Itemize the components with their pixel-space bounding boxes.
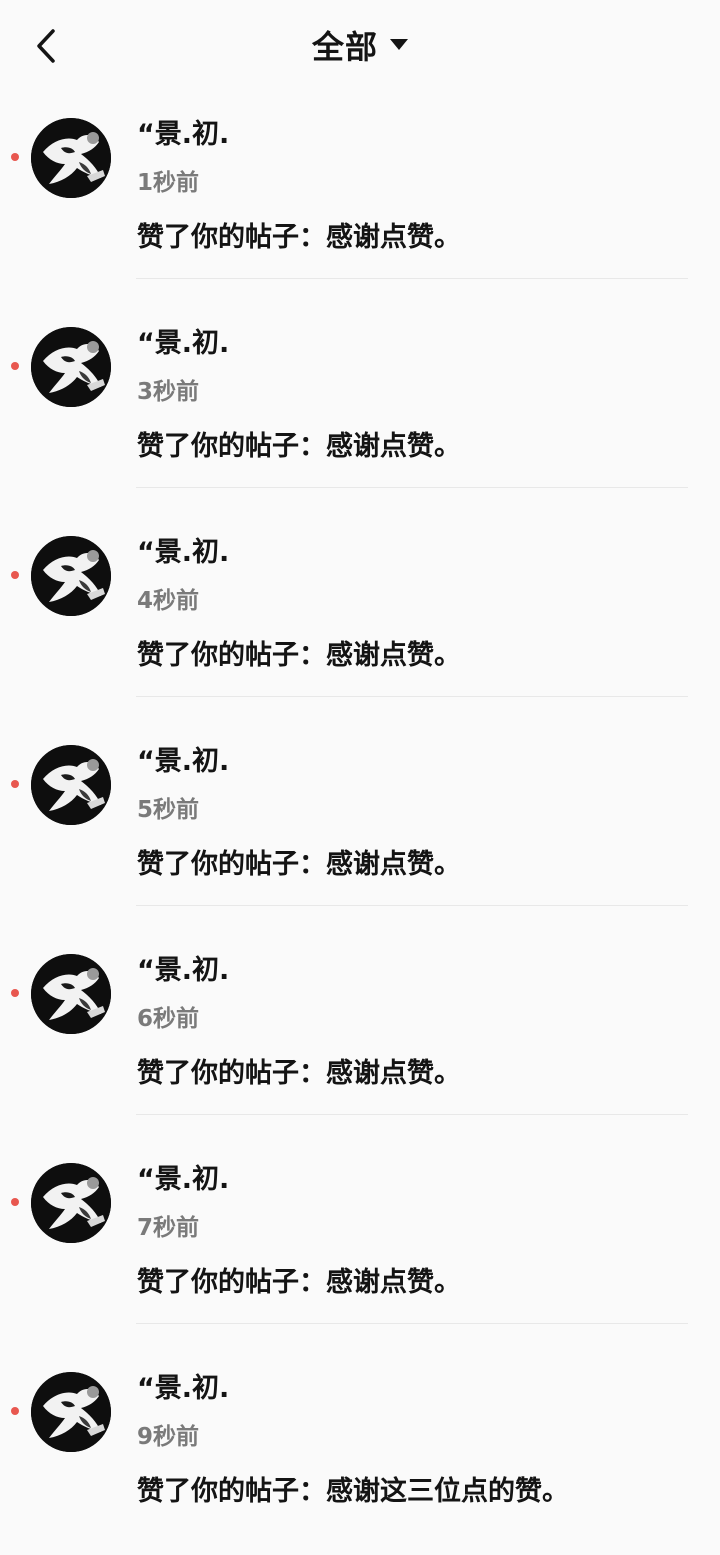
title-container: 全部 [0, 22, 720, 68]
unread-dot [11, 780, 19, 788]
timestamp: 4秒前 [137, 588, 200, 614]
avatar-image [31, 745, 111, 825]
unread-dot [11, 1407, 19, 1415]
notification-message[interactable]: 赞了你的帖子：感谢点赞。 [137, 424, 461, 463]
timestamp: 6秒前 [137, 1006, 200, 1032]
avatar-image [31, 1163, 111, 1243]
notification-message[interactable]: 赞了你的帖子：感谢点赞。 [137, 215, 461, 254]
caret-down-icon [390, 39, 408, 50]
notification-message[interactable]: 赞了你的帖子：感谢点赞。 [137, 1260, 461, 1299]
divider [136, 696, 688, 697]
notification-message[interactable]: 赞了你的帖子：感谢点赞。 [137, 1051, 461, 1090]
avatar-image [31, 118, 111, 198]
notification-list: “景.初. 1秒前 赞了你的帖子：感谢点赞。 “景.初. 3秒前 赞了你的帖子：… [0, 92, 720, 1555]
divider [136, 1323, 688, 1324]
avatar[interactable] [31, 536, 111, 616]
unread-dot [11, 571, 19, 579]
avatar-image [31, 327, 111, 407]
avatar-image [31, 954, 111, 1034]
divider [136, 278, 688, 279]
avatar[interactable] [31, 745, 111, 825]
username[interactable]: “景.初. [137, 112, 229, 151]
avatar[interactable] [31, 954, 111, 1034]
username[interactable]: “景.初. [137, 530, 229, 569]
username[interactable]: “景.初. [137, 1157, 229, 1196]
avatar-image [31, 536, 111, 616]
notification-message[interactable]: 赞了你的帖子：感谢点赞。 [137, 633, 461, 672]
unread-dot [11, 362, 19, 370]
unread-dot [11, 1198, 19, 1206]
username[interactable]: “景.初. [137, 321, 229, 360]
divider [136, 905, 688, 906]
avatar[interactable] [31, 1163, 111, 1243]
avatar-image [31, 1372, 111, 1452]
filter-dropdown[interactable]: 全部 [312, 22, 408, 68]
username[interactable]: “景.初. [137, 1366, 229, 1405]
notification-item[interactable]: “景.初. 5秒前 赞了你的帖子：感谢点赞。 [0, 719, 720, 928]
unread-dot [11, 989, 19, 997]
top-bar: 全部 [0, 0, 720, 92]
notification-item[interactable]: “景.初. 7秒前 赞了你的帖子：感谢点赞。 [0, 1137, 720, 1346]
username[interactable]: “景.初. [137, 948, 229, 987]
username[interactable]: “景.初. [137, 739, 229, 778]
page-title: 全部 [311, 28, 378, 66]
notification-item[interactable]: “景.初. 1秒前 赞了你的帖子：感谢点赞。 [0, 92, 720, 301]
avatar[interactable] [31, 327, 111, 407]
notification-item[interactable]: “景.初. 3秒前 赞了你的帖子：感谢点赞。 [0, 301, 720, 510]
divider [136, 1114, 688, 1115]
avatar[interactable] [31, 118, 111, 198]
notification-message[interactable]: 赞了你的帖子：感谢这三位点的赞。 [137, 1469, 569, 1508]
timestamp: 5秒前 [137, 797, 200, 823]
notification-message[interactable]: 赞了你的帖子：感谢点赞。 [137, 842, 461, 881]
notification-item[interactable]: “景.初. 4秒前 赞了你的帖子：感谢点赞。 [0, 510, 720, 719]
unread-dot [11, 153, 19, 161]
notification-item[interactable]: “景.初. 9秒前 赞了你的帖子：感谢这三位点的赞。 [0, 1346, 720, 1555]
timestamp: 7秒前 [137, 1215, 200, 1241]
timestamp: 1秒前 [137, 170, 200, 196]
divider [136, 487, 688, 488]
notification-item[interactable]: “景.初. 6秒前 赞了你的帖子：感谢点赞。 [0, 928, 720, 1137]
timestamp: 3秒前 [137, 379, 200, 405]
timestamp: 9秒前 [137, 1424, 200, 1450]
avatar[interactable] [31, 1372, 111, 1452]
